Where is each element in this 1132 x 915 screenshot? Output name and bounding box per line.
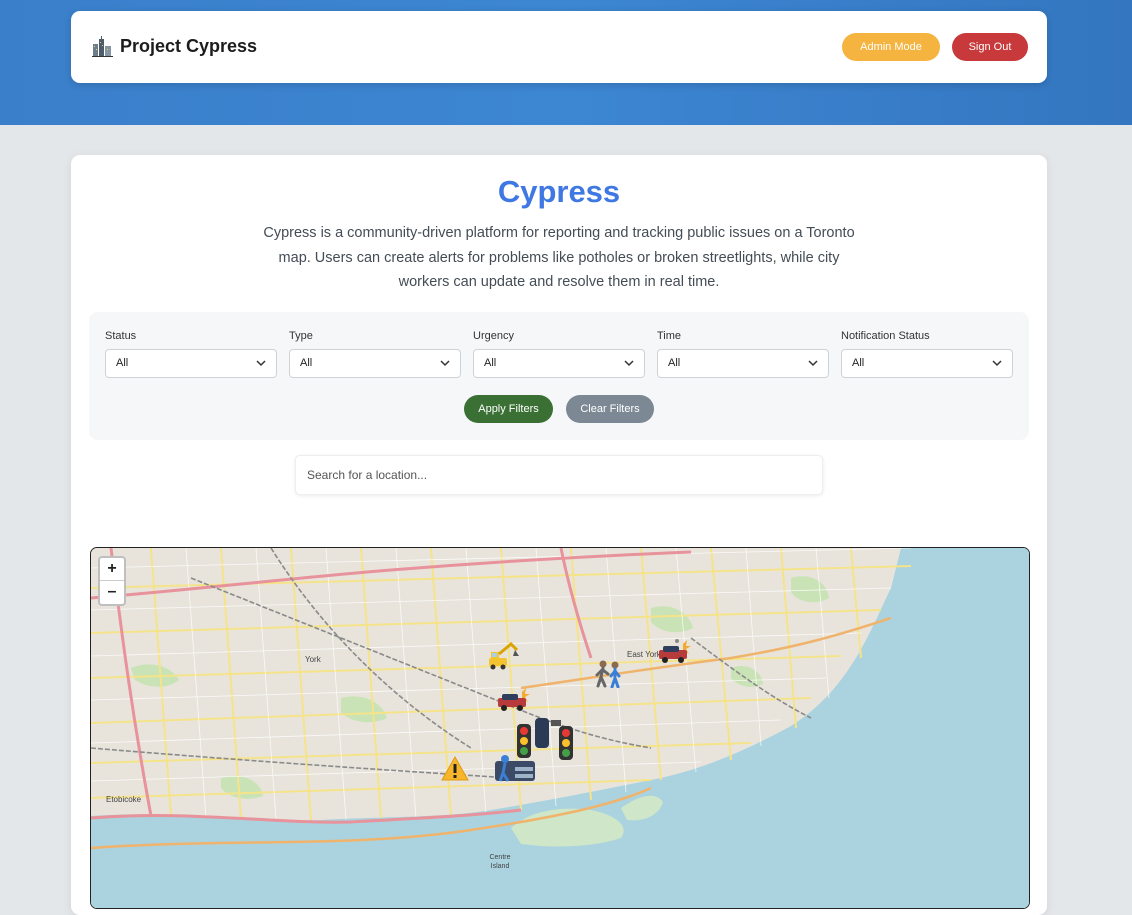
brand[interactable]: Project Cypress <box>91 35 257 58</box>
urgency-filter-label: Urgency <box>473 330 514 342</box>
pedestrian-icon[interactable] <box>493 751 537 783</box>
time-select[interactable]: All <box>657 349 829 378</box>
zoom-in-button[interactable]: + <box>100 558 124 581</box>
notification-status-filter-label: Notification Status <box>841 330 930 342</box>
map-label-centre-island: Centre Island <box>489 854 511 870</box>
app-name: Project Cypress <box>120 36 258 56</box>
navbar: Project Cypress Admin Mode Sign Out <box>71 11 1047 83</box>
clear-filters-button[interactable]: Clear Filters <box>566 395 654 423</box>
urgency-select[interactable]: All <box>473 349 645 378</box>
pedestrian-icon[interactable] <box>593 660 625 688</box>
chevron-down-icon <box>624 360 634 367</box>
page-title: Cypress <box>497 174 621 209</box>
admin-mode-button[interactable]: Admin Mode <box>842 33 940 61</box>
chevron-down-icon <box>992 360 1002 367</box>
construction-icon[interactable] <box>487 640 521 670</box>
status-filter-label: Status <box>105 330 137 342</box>
apply-filters-button[interactable]: Apply Filters <box>464 395 553 423</box>
crash-icon[interactable] <box>657 638 693 666</box>
time-filter-label: Time <box>657 330 682 342</box>
page-description: Cypress is a community-driven platform f… <box>263 225 855 290</box>
sign-out-button[interactable]: Sign Out <box>952 33 1028 61</box>
status-select[interactable]: All <box>105 349 277 378</box>
type-select[interactable]: All <box>289 349 461 378</box>
toronto-map[interactable]: + – York East York Etobicoke Centre Isla… <box>90 547 1030 909</box>
map-label-east-york: East York <box>627 650 661 659</box>
map-label-york: York <box>305 655 321 664</box>
location-search-input[interactable] <box>295 455 823 495</box>
chevron-down-icon <box>440 360 450 367</box>
notification-status-select[interactable]: All <box>841 349 1013 378</box>
chevron-down-icon <box>808 360 818 367</box>
city-skyline-icon <box>91 35 114 58</box>
map-label-etobicoke: Etobicoke <box>106 795 142 804</box>
zoom-out-button[interactable]: – <box>100 581 124 603</box>
zoom-control: + – <box>98 556 126 606</box>
type-filter-label: Type <box>289 330 313 342</box>
warning-icon[interactable] <box>440 755 470 782</box>
chevron-down-icon <box>256 360 266 367</box>
crash-icon[interactable] <box>496 686 532 714</box>
